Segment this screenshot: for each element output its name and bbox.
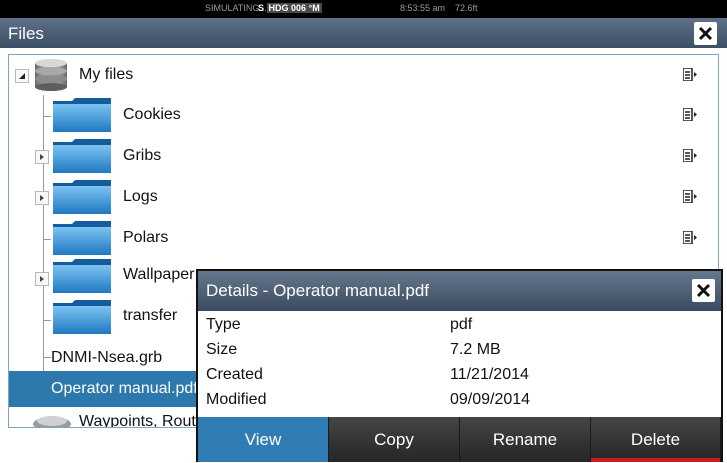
folder-icon [53, 180, 111, 214]
tree-item-label: Wallpaper [123, 266, 195, 283]
folder-icon [53, 98, 111, 132]
dialog-title: Details - Operator manual.pdf [206, 281, 429, 300]
heading-unit: °M [308, 3, 320, 13]
close-icon [696, 283, 711, 298]
folder-icon [53, 221, 111, 255]
tree-item-label: DNMI-Nsea.grb [51, 349, 163, 366]
tree-item-logs[interactable]: Logs [9, 177, 718, 217]
expand-toggle[interactable] [35, 272, 49, 286]
depth-readout: 72.6ft [455, 3, 478, 13]
detail-row-size: Size 7.2 MB [198, 338, 721, 363]
folder-icon [53, 139, 111, 173]
delete-button[interactable]: Delete [591, 417, 721, 462]
view-button[interactable]: View [198, 417, 329, 462]
triangle-right-icon [40, 154, 44, 160]
tree-item-label: My files [79, 66, 134, 83]
detail-value: 7.2 MB [450, 341, 501, 358]
item-menu-icon[interactable] [683, 68, 697, 81]
tree-item-label: Logs [123, 188, 158, 205]
heading-prefix: S [258, 3, 265, 13]
triangle-right-icon [40, 276, 44, 282]
triangle-right-icon [40, 195, 44, 201]
storage-drive-icon [35, 59, 67, 91]
detail-value: 09/09/2014 [450, 391, 531, 408]
detail-row-modified: Modified 09/09/2014 [198, 388, 721, 413]
heading-value: 006 [291, 3, 307, 13]
details-dialog: Details - Operator manual.pdf Type pdf S… [196, 269, 723, 462]
tree-item-my-files[interactable]: My files [9, 55, 718, 95]
dialog-header: Details - Operator manual.pdf [198, 271, 721, 311]
close-icon [698, 26, 713, 41]
heading-label: HDG 006 °M [266, 3, 322, 13]
tree-item-label: Operator manual.pdf [51, 380, 198, 397]
detail-value: pdf [450, 316, 473, 333]
detail-value: 11/21/2014 [450, 366, 529, 383]
detail-key: Modified [206, 391, 267, 408]
expand-toggle[interactable] [35, 191, 49, 205]
detail-row-type: Type pdf [198, 313, 721, 338]
folder-icon [53, 259, 111, 293]
triangle-down-icon [19, 73, 25, 79]
folder-icon [53, 300, 111, 334]
heading-readout: S HDG 006 °M [258, 3, 322, 13]
files-title-bar: Files [0, 18, 727, 48]
tree-item-label: Gribs [123, 147, 162, 164]
item-menu-icon[interactable] [683, 190, 697, 203]
tree-item-cookies[interactable]: Cookies [9, 95, 718, 135]
status-bar: SIMULATING... S HDG 006 °M 8:53:55 am 72… [0, 0, 727, 18]
waypoints-icon [33, 416, 71, 427]
delete-button-label: Delete [630, 430, 681, 449]
tree-item-polars[interactable]: Polars [9, 218, 718, 258]
tree-item-gribs[interactable]: Gribs [9, 136, 718, 176]
delete-warning-bar [591, 458, 720, 462]
tree-item-label: Cookies [123, 106, 181, 123]
expand-toggle[interactable] [35, 150, 49, 164]
clock: 8:53:55 am [400, 3, 446, 13]
detail-key: Type [206, 316, 241, 333]
close-files-button[interactable] [694, 22, 717, 45]
item-menu-icon[interactable] [683, 149, 697, 162]
action-button-bar: View Copy Rename Delete [198, 417, 721, 462]
detail-row-created: Created 11/21/2014 [198, 363, 721, 388]
item-menu-icon[interactable] [683, 231, 697, 244]
tree-item-label: Polars [123, 229, 169, 246]
item-menu-icon[interactable] [683, 108, 697, 121]
detail-key: Created [206, 366, 263, 383]
copy-button[interactable]: Copy [329, 417, 460, 462]
rename-button[interactable]: Rename [460, 417, 591, 462]
close-details-button[interactable] [692, 279, 715, 302]
detail-key: Size [206, 341, 238, 358]
window-title: Files [8, 24, 44, 43]
collapse-toggle[interactable] [15, 69, 29, 83]
tree-item-label: transfer [123, 307, 178, 324]
